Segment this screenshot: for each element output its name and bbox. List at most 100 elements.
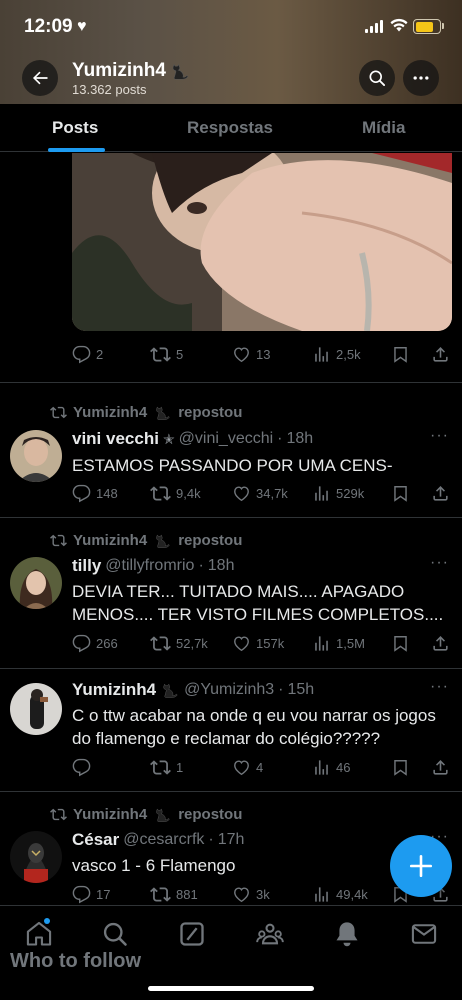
post-more-button[interactable]: ··· [430,554,449,572]
share-icon [431,345,450,364]
repost-button[interactable]: 1 [150,756,183,778]
share-button[interactable] [431,756,450,778]
author-name: César [72,830,120,849]
search-icon[interactable] [101,920,129,948]
tab-replies[interactable]: Respostas [187,118,273,138]
share-button[interactable] [431,632,450,654]
post-more-button[interactable]: ··· [430,678,449,696]
reposter-name: Yumizinh4 [73,404,148,421]
timeline[interactable]: 2 5 13 2,5k Yumizinh4 repostou vini vecc… [0,153,462,905]
more-horizontal-icon [413,76,429,80]
author-handle: @cesarcrfk [123,831,205,848]
post-author[interactable]: Yumizinh4 @Yumizinh3 · 15h [72,680,314,700]
like-count: 3k [256,886,270,902]
cellular-signal-icon [365,20,383,33]
repost-icon [150,884,171,905]
post-actions: 266 52,7k 157k 1,5M [72,632,452,654]
post-author[interactable]: César @cesarcrfk · 17h [72,830,244,850]
search-button[interactable] [359,60,395,96]
avatar[interactable] [10,831,62,883]
like-button[interactable]: 13 [232,343,270,365]
share-button[interactable] [431,343,450,365]
repost-button[interactable]: 5 [150,343,183,365]
back-button[interactable] [22,60,58,96]
repost-icon [50,532,67,549]
tab-posts[interactable]: Posts [52,118,98,138]
bookmark-button[interactable] [391,343,410,365]
post-time: 15h [287,681,315,698]
post-more-button[interactable]: ··· [430,427,449,445]
who-to-follow-label[interactable]: Who to follow [10,950,141,973]
mail-icon[interactable] [410,920,438,948]
repost-count: 5 [176,346,184,362]
views-button[interactable]: 529k [312,482,364,504]
avatar[interactable] [10,683,62,735]
repost-count: 52,7k [176,635,208,651]
views-button[interactable]: 2,5k [312,343,361,365]
repost-icon [150,483,171,504]
divider [0,668,462,669]
star-icon: ✭ [162,430,175,447]
tab-media[interactable]: Mídia [362,118,405,138]
post-time: 18h [207,557,235,574]
author-handle: @tillyfromrio [105,557,195,574]
reposter-name: Yumizinh4 [73,532,148,549]
home-indicator [148,986,314,991]
repost-button[interactable]: 9,4k [150,482,201,504]
author-handle: @vini_vecchi [178,430,274,447]
more-options-button[interactable] [403,60,439,96]
bookmark-button[interactable] [391,632,410,654]
repost-icon [50,806,67,823]
reply-button[interactable] [72,756,96,778]
post-author[interactable]: vini vecchi ✭ @vini_vecchi · 18h [72,429,313,449]
like-count: 13 [256,346,271,362]
bell-icon[interactable] [333,920,361,948]
reply-button[interactable]: 148 [72,482,118,504]
bookmark-icon [391,484,410,503]
heart-icon [232,634,251,653]
like-button[interactable]: 4 [232,756,263,778]
share-button[interactable] [431,482,450,504]
profile-name: Yumizinh4 [72,60,191,82]
status-time: 12:09 [24,16,73,37]
avatar[interactable] [10,557,62,609]
post-media-image[interactable] [72,153,452,331]
like-count: 157k [256,635,285,651]
repost-count: 881 [176,886,198,902]
views-count: 1,5M [336,635,365,651]
post-text: DEVIA TER... TUITADO MAIS.... APAGADO ME… [72,582,444,624]
repost-button[interactable]: 881 [150,883,198,905]
views-button[interactable]: 49,4k [312,883,368,905]
repost-indicator[interactable]: Yumizinh4 repostou [50,805,242,824]
cat-emoji-icon [153,531,172,550]
avatar[interactable] [10,430,62,482]
repost-indicator[interactable]: Yumizinh4 repostou [50,403,242,422]
reply-count: 2 [96,346,104,362]
cat-emoji-icon [169,60,191,82]
reply-button[interactable]: 266 [72,632,118,654]
bookmark-button[interactable] [391,482,410,504]
posts-count: 13.362 posts [72,82,147,97]
views-button[interactable]: 46 [312,756,350,778]
bookmark-button[interactable] [391,756,410,778]
reply-button[interactable]: 2 [72,343,103,365]
like-button[interactable]: 3k [232,883,270,905]
like-button[interactable]: 157k [232,632,284,654]
separator-dot: · [277,430,283,447]
like-button[interactable]: 34,7k [232,482,288,504]
reply-icon [72,634,91,653]
communities-icon[interactable] [256,920,284,948]
repost-indicator[interactable]: Yumizinh4 repostou [50,531,242,550]
post-actions: 17 881 3k 49,4k [72,883,452,905]
reply-button[interactable]: 17 [72,883,110,905]
avatar-photo [10,430,62,482]
grok-icon[interactable] [178,920,206,948]
home-icon[interactable] [25,920,53,948]
views-button[interactable]: 1,5M [312,632,365,654]
post-author[interactable]: tilly @tillyfromrio · 18h [72,556,234,576]
photo [72,153,452,331]
post-time: 18h [286,430,314,447]
compose-button[interactable] [390,835,452,897]
repost-icon [150,633,171,654]
repost-button[interactable]: 52,7k [150,632,208,654]
